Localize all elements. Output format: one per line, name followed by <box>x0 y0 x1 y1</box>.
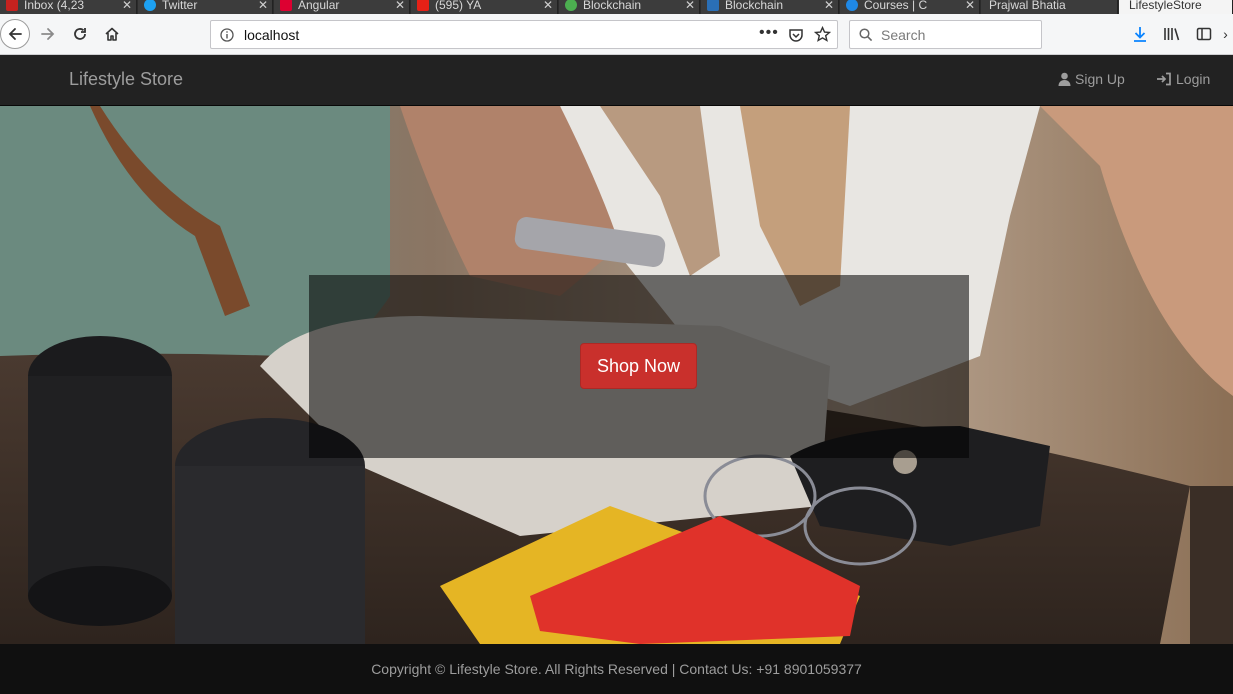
blockchain-icon <box>565 0 577 11</box>
browser-toolbar: localhost ••• Search › <box>0 14 1233 55</box>
search-icon <box>859 28 873 42</box>
site-navbar: Lifestyle Store Sign Up Login <box>0 55 1233 106</box>
login-icon <box>1157 72 1171 86</box>
close-icon[interactable]: ✕ <box>395 0 405 14</box>
library-button[interactable] <box>1158 20 1186 48</box>
login-label: Login <box>1176 71 1211 87</box>
sidebar-button[interactable] <box>1190 20 1218 48</box>
browser-tab[interactable]: Courses | C ✕ <box>840 0 980 14</box>
signup-link[interactable]: Sign Up <box>1058 71 1125 87</box>
browser-tab[interactable]: Prajwal Bhatia <box>981 0 1118 14</box>
login-link[interactable]: Login <box>1156 71 1210 87</box>
site-footer: Copyright © Lifestyle Store. All Rights … <box>0 644 1233 694</box>
signup-label: Sign Up <box>1075 71 1125 87</box>
tab-title: Angular <box>298 0 340 12</box>
shop-now-button[interactable]: Shop Now <box>580 343 697 389</box>
browser-tab-active[interactable]: LifestyleStore <box>1119 0 1233 14</box>
address-bar[interactable]: localhost ••• <box>210 20 838 49</box>
hero-banner: Shop Now <box>0 106 1233 644</box>
arrow-left-icon <box>8 28 22 40</box>
reload-icon <box>74 28 86 40</box>
overflow-icon: › <box>1223 26 1228 42</box>
close-icon[interactable]: ✕ <box>685 0 695 14</box>
brand-link[interactable]: Lifestyle Store <box>69 69 183 90</box>
library-icon <box>1164 28 1180 41</box>
browser-tab[interactable]: Blockchain ✕ <box>559 0 700 14</box>
youtube-icon <box>417 0 429 11</box>
tab-title: LifestyleStore <box>1129 0 1202 12</box>
close-icon[interactable]: ✕ <box>965 0 975 14</box>
close-icon[interactable]: ✕ <box>824 0 834 14</box>
tab-title: Inbox (4,23 <box>24 0 85 12</box>
download-icon <box>1134 27 1146 42</box>
tab-title: (595) YA <box>435 0 482 12</box>
close-icon[interactable]: ✕ <box>543 0 553 14</box>
angular-icon <box>280 0 292 11</box>
back-button[interactable] <box>0 19 30 49</box>
info-icon[interactable] <box>220 28 234 42</box>
user-icon <box>1058 72 1071 86</box>
browser-tab-strip: Inbox (4,23 ✕ Twitter ✕ Angular ✕ (595) … <box>0 0 1233 14</box>
home-icon <box>105 27 119 41</box>
pocket-icon[interactable] <box>788 27 804 43</box>
tab-title: Blockchain <box>725 0 784 12</box>
url-text: localhost <box>244 27 300 43</box>
tab-title: Twitter <box>162 0 198 12</box>
blockchain-icon <box>707 0 719 11</box>
browser-tab[interactable]: (595) YA ✕ <box>411 0 558 14</box>
search-placeholder: Search <box>881 27 926 43</box>
tab-title: Prajwal Bhatia <box>989 0 1066 12</box>
search-bar[interactable]: Search <box>849 20 1042 49</box>
downloads-button[interactable] <box>1126 20 1154 48</box>
browser-tab[interactable]: Inbox (4,23 ✕ <box>0 0 137 14</box>
arrow-right-icon <box>41 28 55 40</box>
twitter-icon <box>144 0 156 11</box>
browser-tab[interactable]: Twitter ✕ <box>138 0 273 14</box>
page-actions-icon[interactable]: ••• <box>759 24 779 42</box>
reload-button[interactable] <box>66 20 94 48</box>
home-button[interactable] <box>98 20 126 48</box>
close-icon[interactable]: ✕ <box>122 0 132 14</box>
sidebar-icon <box>1196 27 1212 41</box>
forward-button[interactable] <box>34 20 62 48</box>
overflow-menu-button[interactable]: › <box>1218 20 1233 48</box>
bookmark-star-icon[interactable] <box>814 26 831 43</box>
hero-overlay-box: Shop Now <box>309 275 969 458</box>
tab-title: Blockchain <box>583 0 642 12</box>
tab-title: Courses | C <box>864 0 928 12</box>
gmail-icon <box>6 0 18 11</box>
browser-tab[interactable]: Blockchain ✕ <box>701 0 839 14</box>
courses-icon <box>846 0 858 11</box>
browser-tab[interactable]: Angular ✕ <box>274 0 410 14</box>
close-icon[interactable]: ✕ <box>258 0 268 14</box>
footer-text: Copyright © Lifestyle Store. All Rights … <box>371 661 862 677</box>
